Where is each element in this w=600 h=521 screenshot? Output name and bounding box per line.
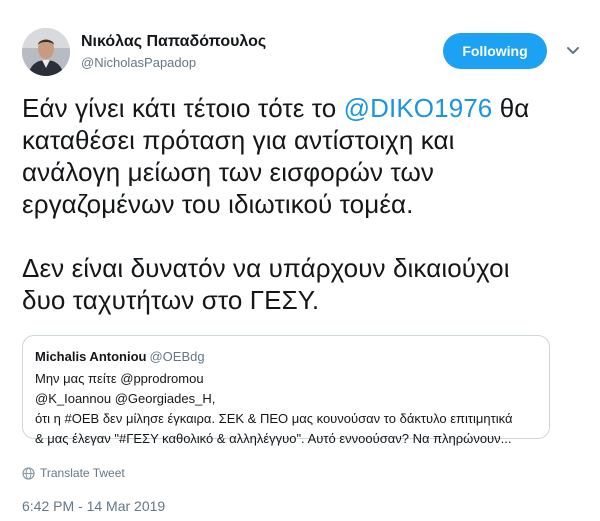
globe-icon — [22, 466, 35, 480]
tweet-paragraph: Εάν γίνει κάτι τέτοιο τότε το @DIKO1976 … — [22, 92, 592, 220]
tweet-line: Εάν γίνει κάτι τέτοιο τότε το @DIKO1976 … — [22, 92, 592, 124]
tweet-line: εργαζομένων του ιδιωτικού τομέα. — [22, 189, 414, 219]
tweet-text-segment: Εάν γίνει κάτι τέτοιο τότε το — [22, 93, 344, 123]
avatar[interactable] — [22, 28, 70, 76]
tweet-paragraph: Δεν είναι δυνατόν να υπάρχουν δικαιούχοι… — [22, 252, 592, 316]
tweet-line: ανάλογη μείωση των εισφορών των — [22, 157, 434, 187]
tweet-timestamp[interactable]: 6:42 PM - 14 Mar 2019 — [22, 498, 165, 514]
following-button[interactable]: Following — [443, 33, 547, 69]
mention-link[interactable]: @DIKO1976 — [344, 93, 493, 123]
tweet-line: καταθέσει πρόταση για αντίστοιχη και — [22, 125, 455, 155]
tweet-text-segment: θα — [492, 93, 530, 123]
quoted-author-name: Michalis Antoniou — [35, 349, 147, 364]
tweet-line: δυο ταχυτήτων στο ΓΕΣΥ. — [22, 285, 320, 315]
quoted-line: @K_Ioannou @Georgiades_H, — [35, 391, 216, 406]
quoted-line: & μας έλεγαν "#ΓΕΣΥ καθολικό & αλληλέγγυ… — [35, 431, 512, 446]
quoted-author-handle: @OEBdg — [149, 349, 205, 364]
quoted-line: Μην μας πείτε @pprodromou — [35, 371, 204, 386]
author-name[interactable]: Νικόλας Παπαδόπουλος — [81, 33, 266, 51]
quoted-line: ότι η #ΟΕΒ δεν μίλησε έγκαιρα. ΣΕΚ & ΠΕΟ… — [35, 411, 513, 426]
translate-label: Translate Tweet — [40, 466, 125, 480]
tweet-line: Δεν είναι δυνατόν να υπάρχουν δικαιούχοι — [22, 253, 510, 283]
quoted-tweet[interactable]: Michalis Antoniou @OEBdg Μην μας πείτε @p… — [22, 335, 550, 446]
quoted-tweet-header: Michalis Antoniou @OEBdg — [35, 349, 205, 364]
quoted-tweet-text: Μην μας πείτε @pprodromou @K_Ioannou @Ge… — [35, 369, 555, 449]
translate-tweet-link[interactable]: Translate Tweet — [22, 466, 125, 480]
chevron-down-icon[interactable] — [565, 44, 581, 58]
author-handle[interactable]: @NicholasPapadop — [81, 55, 196, 70]
avatar-photo — [22, 28, 70, 76]
tweet-text: Εάν γίνει κάτι τέτοιο τότε το @DIKO1976 … — [22, 92, 592, 348]
